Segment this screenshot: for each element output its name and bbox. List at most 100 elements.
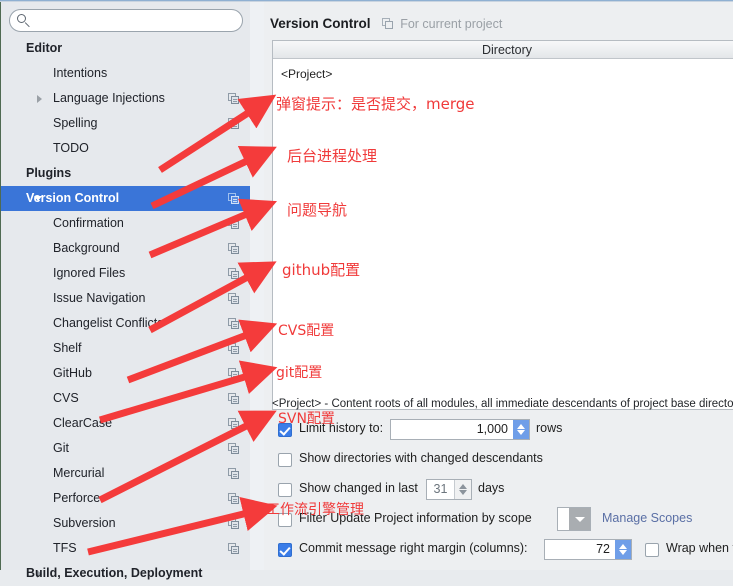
annotation-note: CVS配置 [278, 323, 335, 339]
limit-history-spinner[interactable]: 1,000 [390, 419, 530, 440]
page-scope-label: For current project [400, 17, 503, 31]
limit-history-unit: rows [536, 421, 563, 435]
sidebar-item-clearcase[interactable]: ClearCase [1, 411, 251, 436]
copy-settings-icon[interactable] [228, 468, 239, 479]
annotation-note: 问题导航 [287, 201, 348, 219]
annotation-note: SVN配置 [278, 411, 335, 427]
sidebar-item-github[interactable]: GitHub [1, 361, 251, 386]
copy-settings-icon[interactable] [228, 543, 239, 554]
sidebar-item-label: TFS [53, 541, 77, 555]
sidebar-item-build-execution-deployment[interactable]: Build, Execution, Deployment [1, 561, 251, 586]
wrap-when-typing-label: Wrap when t [666, 541, 733, 555]
copy-settings-icon[interactable] [228, 343, 239, 354]
copy-settings-icon[interactable] [228, 493, 239, 504]
commit-margin-stepper[interactable] [615, 540, 631, 559]
sidebar-item-issue-navigation[interactable]: Issue Navigation [1, 286, 251, 311]
sidebar-item-label: Editor [26, 41, 63, 55]
table-row[interactable]: <Project> [281, 67, 332, 81]
show-changed-label: Show changed in last [299, 481, 418, 495]
option-limit-history: Limit history to: 1,000 rows [272, 417, 733, 447]
vcs-options-group: Limit history to: 1,000 rows Show direct… [272, 417, 733, 567]
show-changed-value[interactable]: 31 [427, 480, 454, 499]
column-header-directory: Directory [481, 43, 532, 57]
sidebar-item-label: Confirmation [53, 216, 124, 230]
commit-margin-label: Commit message right margin (columns): [299, 541, 528, 555]
sidebar-item-perforce[interactable]: Perforce [1, 486, 251, 511]
sidebar-item-cvs[interactable]: CVS [1, 386, 251, 411]
page-header: Version Control For current project [270, 16, 502, 31]
copy-settings-icon[interactable] [228, 318, 239, 329]
sidebar-scrollbar-track[interactable] [250, 2, 511, 570]
limit-history-value[interactable]: 1,000 [391, 420, 513, 439]
wrap-when-typing-checkbox[interactable] [645, 543, 659, 557]
chevron-right-icon[interactable] [37, 95, 42, 103]
sidebar-item-label: Mercurial [53, 466, 105, 480]
sidebar-item-language-injections[interactable]: Language Injections [1, 86, 251, 111]
search-input[interactable] [35, 12, 237, 30]
show-changed-unit: days [478, 481, 505, 495]
sidebar-item-label: Version Control [26, 191, 120, 205]
copy-settings-icon[interactable] [228, 293, 239, 304]
sidebar-item-shelf[interactable]: Shelf [1, 336, 251, 361]
table-header-row[interactable]: Directory [273, 41, 733, 59]
show-directories-checkbox[interactable] [278, 453, 292, 467]
sidebar-item-label: Subversion [53, 516, 116, 530]
copy-settings-icon[interactable] [228, 443, 239, 454]
sidebar-item-label: Changelist Conflicts [53, 316, 164, 330]
copy-settings-icon[interactable] [228, 268, 239, 279]
search-field-wrapper[interactable] [9, 9, 243, 32]
settings-dialog: Editor Intentions Language Injections Spell… [0, 0, 733, 580]
sidebar-item-label: Intentions [53, 66, 108, 80]
sidebar-item-label: Spelling [53, 116, 98, 130]
show-changed-stepper[interactable] [454, 480, 471, 499]
commit-margin-spinner[interactable]: 72 [544, 539, 632, 560]
search-icon [17, 14, 30, 28]
sidebar-item-label: ClearCase [53, 416, 113, 430]
commit-margin-checkbox[interactable] [278, 543, 292, 557]
sidebar-item-version-control[interactable]: Version Control [1, 186, 251, 211]
manage-scopes-link[interactable]: Manage Scopes [602, 511, 692, 525]
sidebar-item-label: Perforce [53, 491, 101, 505]
copy-settings-icon[interactable] [228, 243, 239, 254]
sidebar-item-spelling[interactable]: Spelling [1, 111, 251, 136]
annotation-note: git配置 [276, 365, 323, 381]
sidebar-item-tfs[interactable]: TFS [1, 536, 251, 561]
sidebar-item-changelist-conflicts[interactable]: Changelist Conflicts [1, 311, 251, 336]
sidebar-item-label: TODO [53, 141, 89, 155]
copy-settings-icon[interactable] [228, 418, 239, 429]
copy-settings-icon[interactable] [228, 118, 239, 129]
sidebar-item-todo[interactable]: TODO [1, 136, 251, 161]
sidebar-item-plugins[interactable]: Plugins [1, 161, 251, 186]
limit-history-stepper[interactable] [513, 420, 529, 439]
scope-combo-value[interactable] [558, 508, 569, 530]
sidebar-item-git[interactable]: Git [1, 436, 251, 461]
copy-settings-icon[interactable] [228, 518, 239, 529]
sidebar-item-label: Build, Execution, Deployment [26, 566, 203, 580]
commit-margin-value[interactable]: 72 [545, 540, 615, 559]
chevron-down-icon[interactable] [569, 508, 590, 530]
copy-settings-icon[interactable] [228, 93, 239, 104]
sidebar-item-mercurial[interactable]: Mercurial [1, 461, 251, 486]
sidebar-item-confirmation[interactable]: Confirmation [1, 211, 251, 236]
annotation-note: 后台进程处理 [287, 147, 378, 165]
page-title: Version Control [270, 16, 371, 31]
copy-settings-icon[interactable] [228, 368, 239, 379]
copy-settings-icon[interactable] [228, 218, 239, 229]
sidebar-item-ignored-files[interactable]: Ignored Files [1, 261, 251, 286]
scope-combo-box[interactable] [557, 507, 591, 531]
settings-tree[interactable]: Editor Intentions Language Injections Spell… [1, 36, 251, 586]
sidebar-item-label: GitHub [53, 366, 92, 380]
sidebar-item-subversion[interactable]: Subversion [1, 511, 251, 536]
mappings-note: <Project> - Content roots of all modules… [272, 398, 733, 410]
sidebar-item-label: Language Injections [53, 91, 165, 105]
sidebar-item-background[interactable]: Background [1, 236, 251, 261]
copy-settings-icon[interactable] [228, 393, 239, 404]
annotation-note: 工作流引擎管理 [266, 502, 364, 518]
sidebar-item-intentions[interactable]: Intentions [1, 61, 251, 86]
settings-content-pane: Version Control For current project Dire… [264, 2, 733, 570]
copy-settings-icon[interactable] [228, 193, 239, 204]
show-changed-spinner[interactable]: 31 [426, 479, 472, 500]
show-changed-checkbox[interactable] [278, 483, 292, 497]
sidebar-item-editor[interactable]: Editor [1, 36, 251, 61]
settings-sidebar: Editor Intentions Language Injections Spell… [0, 2, 251, 580]
